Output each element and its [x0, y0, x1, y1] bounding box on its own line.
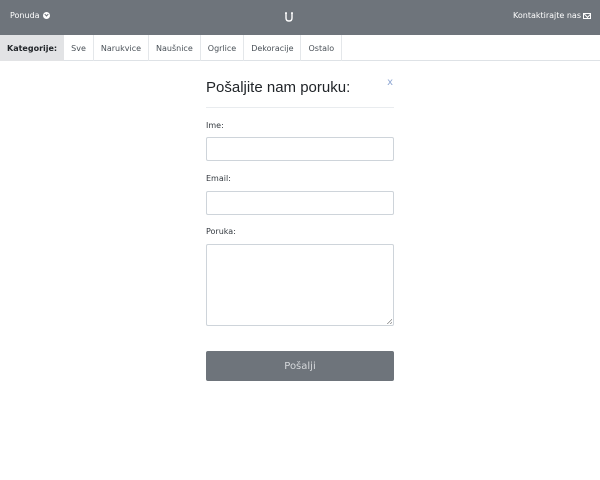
contact-form: Pošaljite nam poruku: x Ime: Email: Poru…	[206, 75, 394, 381]
offer-label: Ponuda	[10, 11, 40, 20]
category-bar: Kategorije: Sve Narukvice Naušnice Ogrli…	[0, 35, 600, 61]
offer-menu[interactable]: Ponuda	[10, 11, 50, 20]
name-label: Ime:	[206, 121, 224, 130]
contact-link[interactable]: Kontaktirajte nas	[513, 11, 591, 20]
tab-ostalo[interactable]: Ostalo	[301, 35, 343, 61]
tab-ogrlice[interactable]: Ogrlice	[201, 35, 245, 61]
message-textarea[interactable]	[206, 244, 394, 326]
resize-handle-icon[interactable]	[387, 319, 392, 324]
email-input[interactable]	[206, 191, 394, 215]
message-label: Poruka:	[206, 227, 236, 236]
logo-icon[interactable]	[284, 11, 294, 23]
tab-sve[interactable]: Sve	[64, 35, 94, 61]
tab-dekoracije[interactable]: Dekoracije	[244, 35, 302, 61]
chevron-circle-down-icon	[42, 12, 50, 19]
email-label: Email:	[206, 174, 231, 183]
form-title: Pošaljite nam poruku:	[206, 79, 351, 96]
submit-button[interactable]: Pošalji	[206, 351, 394, 381]
contact-label: Kontaktirajte nas	[513, 11, 581, 20]
tab-narukvice[interactable]: Narukvice	[94, 35, 150, 61]
envelope-icon	[583, 12, 591, 19]
close-icon[interactable]: x	[387, 77, 393, 88]
category-label: Kategorije:	[0, 35, 65, 61]
tab-nausnice[interactable]: Naušnice	[149, 35, 201, 61]
name-input[interactable]	[206, 137, 394, 161]
title-divider	[206, 107, 394, 108]
top-navbar: Ponuda Kontaktirajte nas	[0, 0, 600, 35]
